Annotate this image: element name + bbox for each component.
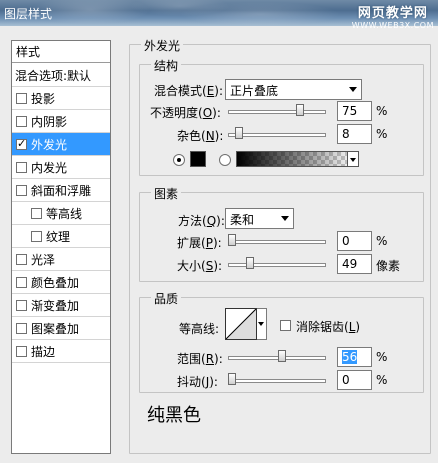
checkbox[interactable]: [16, 92, 27, 104]
style-item-label: 投影: [31, 91, 56, 106]
chevron-down-icon: [281, 216, 289, 221]
size-slider-track[interactable]: [228, 263, 326, 267]
range-input[interactable]: 56: [337, 347, 372, 367]
range-slider-thumb[interactable]: [278, 350, 287, 362]
range-label: 范围(R):: [177, 352, 223, 366]
anti-alias-checkbox[interactable]: [280, 320, 291, 331]
style-item-label: 外发光: [31, 137, 68, 152]
noise-slider-thumb[interactable]: [235, 127, 244, 139]
style-item-label: 等高线: [46, 206, 83, 221]
noise-label: 杂色(N):: [177, 129, 224, 143]
gradient-dropdown-button[interactable]: [347, 151, 359, 167]
technique-label: 方法(Q):: [178, 214, 225, 228]
contour-curve-icon: [225, 308, 257, 340]
style-item-satin[interactable]: 光泽: [12, 248, 110, 270]
style-item-label: 图案叠加: [31, 321, 80, 336]
gradient-swatch[interactable]: [236, 151, 356, 167]
size-input[interactable]: 49: [337, 254, 372, 274]
contour-dropdown-button[interactable]: [257, 308, 267, 340]
checkbox[interactable]: [16, 137, 27, 150]
blend-mode-value: 正片叠底: [230, 84, 279, 98]
checkbox[interactable]: [16, 161, 27, 173]
contour-label: 等高线:: [179, 322, 220, 336]
style-item-drop-shadow[interactable]: 投影: [12, 87, 110, 109]
size-unit: 像素: [376, 259, 401, 273]
jitter-unit: %: [376, 373, 388, 387]
spread-label: 扩展(P):: [177, 236, 222, 250]
checkbox[interactable]: [16, 253, 27, 265]
opacity-slider-track[interactable]: [228, 110, 326, 114]
style-item-contour[interactable]: 等高线: [12, 202, 110, 224]
jitter-slider-track[interactable]: [228, 379, 326, 383]
style-item-label: 内发光: [31, 160, 68, 175]
elements-title: 图素: [151, 185, 182, 202]
size-slider-thumb[interactable]: [246, 257, 254, 269]
styles-header[interactable]: 样式: [12, 41, 110, 63]
anti-alias-label: 消除锯齿(L): [296, 320, 361, 334]
checkbox[interactable]: [16, 276, 27, 288]
checkbox[interactable]: [16, 115, 27, 127]
checkbox[interactable]: [16, 299, 27, 311]
spread-input[interactable]: 0: [337, 231, 372, 251]
range-unit: %: [376, 350, 388, 364]
opacity-input[interactable]: 75: [337, 101, 372, 121]
opacity-unit: %: [376, 104, 388, 118]
noise-input[interactable]: 8: [337, 124, 372, 144]
chevron-down-icon: [349, 87, 357, 92]
style-item-gradient-overlay[interactable]: 渐变叠加: [12, 294, 110, 316]
style-item-inner-shadow[interactable]: 内阴影: [12, 110, 110, 132]
title-bar: 图层样式 网页教学网 WWW.WEB3X.COM: [0, 0, 438, 30]
contour-picker[interactable]: [225, 308, 257, 340]
checkbox[interactable]: [16, 184, 27, 196]
watermark: 网页教学网 WWW.WEB3X.COM: [352, 2, 434, 30]
styles-list: 样式 混合选项:默认 投影 内阴影 外发光 内发光 斜面和浮雕 等高线 纹理 光…: [11, 40, 111, 454]
watermark-text: 网页教学网: [357, 6, 428, 21]
size-label: 大小(S):: [177, 259, 223, 273]
style-item-label: 光泽: [31, 252, 56, 267]
technique-value: 柔和: [230, 213, 255, 227]
style-item-label: 斜面和浮雕: [31, 183, 92, 198]
structure-title: 结构: [151, 57, 182, 74]
watermark-url: WWW.WEB3X.COM: [351, 21, 434, 30]
annotation-text: 纯黑色: [147, 405, 201, 426]
checkbox[interactable]: [16, 345, 27, 357]
jitter-input[interactable]: 0: [337, 370, 372, 390]
checkbox[interactable]: [31, 230, 42, 242]
opacity-label: 不透明度(O):: [150, 106, 221, 120]
style-item-pattern-overlay[interactable]: 图案叠加: [12, 317, 110, 339]
blend-mode-select[interactable]: 正片叠底: [225, 79, 362, 100]
gradient-radio[interactable]: [219, 154, 231, 166]
noise-unit: %: [376, 127, 388, 141]
opacity-slider-thumb[interactable]: [295, 104, 304, 116]
blending-options-item[interactable]: 混合选项:默认: [12, 64, 110, 86]
style-item-label: 描边: [31, 344, 56, 359]
jitter-slider-thumb[interactable]: [228, 373, 236, 385]
spread-slider-track[interactable]: [228, 240, 326, 244]
style-item-outer-glow[interactable]: 外发光: [12, 133, 110, 155]
checkbox[interactable]: [16, 322, 27, 334]
glow-color-swatch[interactable]: [190, 151, 206, 167]
style-item-stroke[interactable]: 描边: [12, 340, 110, 362]
style-item-inner-glow[interactable]: 内发光: [12, 156, 110, 178]
style-item-label: 纹理: [46, 229, 71, 244]
style-item-color-overlay[interactable]: 颜色叠加: [12, 271, 110, 293]
range-slider-track[interactable]: [228, 356, 326, 360]
blend-mode-label: 混合模式(E):: [154, 84, 224, 98]
color-radio[interactable]: [173, 154, 185, 166]
checkbox[interactable]: [31, 207, 42, 219]
style-item-bevel-emboss[interactable]: 斜面和浮雕: [12, 179, 110, 201]
window-title: 图层样式: [4, 7, 53, 21]
style-item-label: 内阴影: [31, 114, 68, 129]
style-item-texture[interactable]: 纹理: [12, 225, 110, 247]
spread-slider-thumb[interactable]: [228, 234, 236, 246]
quality-title: 品质: [151, 290, 182, 307]
spread-unit: %: [376, 234, 388, 248]
style-item-label: 颜色叠加: [31, 275, 80, 290]
list-divider: [12, 362, 110, 363]
style-item-label: 渐变叠加: [31, 298, 80, 313]
jitter-label: 抖动(J):: [177, 375, 218, 389]
technique-select[interactable]: 柔和: [225, 208, 294, 229]
outer-glow-title: 外发光: [141, 37, 184, 54]
